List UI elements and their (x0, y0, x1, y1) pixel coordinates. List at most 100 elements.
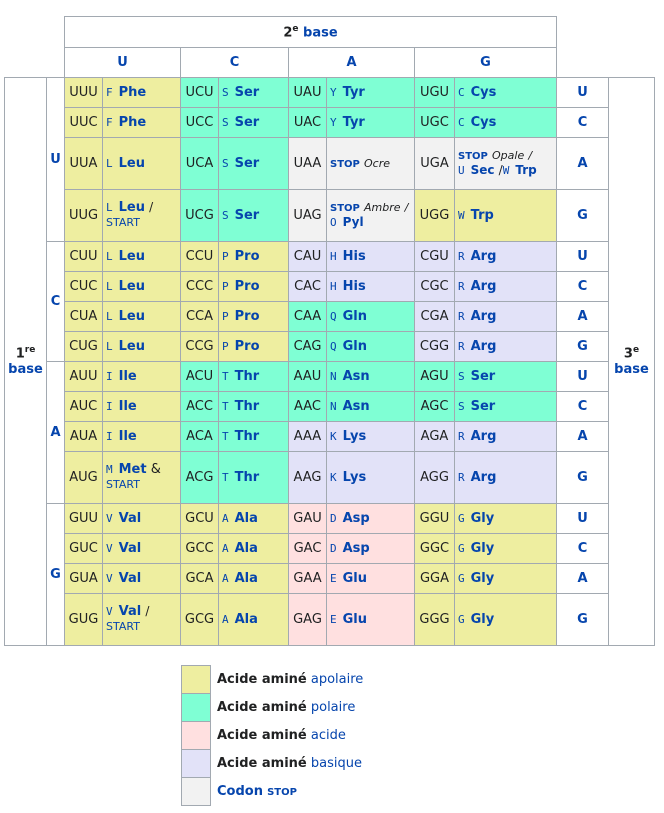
third-base-cell[interactable]: C (556, 532, 609, 564)
aa-link[interactable]: Ser (471, 369, 496, 384)
aa-link[interactable]: Val (119, 604, 142, 619)
third-base-cell[interactable]: G (556, 592, 609, 646)
third-base-cell[interactable]: U (556, 240, 609, 272)
legend-link-basique[interactable]: basique (311, 756, 362, 771)
third-base-cell[interactable]: A (556, 562, 609, 594)
aa-link[interactable]: Gly (471, 511, 495, 526)
aa-link[interactable]: Met (119, 462, 147, 477)
stop-link[interactable]: STOP (330, 159, 360, 170)
stop-link[interactable]: STOP (330, 203, 360, 214)
aa-link[interactable]: Val (119, 571, 142, 586)
aa-link[interactable]: Pro (235, 309, 260, 324)
stop-name[interactable]: Ambre (364, 201, 401, 214)
third-base-link[interactable]: base (614, 362, 649, 377)
third-base-cell[interactable]: A (556, 300, 609, 332)
first-base-group-a[interactable]: A (46, 360, 65, 504)
aa-link[interactable]: Ala (235, 571, 258, 586)
aa-link[interactable]: Leu (119, 309, 145, 324)
aa-link[interactable]: Sec (471, 163, 495, 177)
third-base-cell[interactable]: G (556, 330, 609, 362)
aa-link[interactable]: Ser (471, 399, 496, 414)
aa-link[interactable]: Ile (119, 399, 137, 414)
aa-link[interactable]: Thr (235, 369, 260, 384)
aa-link[interactable]: Gln (343, 339, 367, 354)
aa-link[interactable]: Arg (471, 249, 497, 264)
aa-link[interactable]: Ser (235, 115, 260, 130)
aa-link[interactable]: Ala (235, 612, 258, 627)
aa-link[interactable]: Cys (471, 115, 497, 130)
aa-link[interactable]: Lys (343, 429, 367, 444)
aa-link[interactable]: Leu (119, 156, 145, 171)
aa-link[interactable]: Arg (471, 429, 497, 444)
stop-name[interactable]: Opale (492, 149, 524, 162)
stop-link[interactable]: STOP (458, 151, 488, 162)
first-base-group-g[interactable]: G (46, 502, 65, 646)
aa-link[interactable]: Arg (471, 309, 497, 324)
aa-link[interactable]: His (343, 279, 366, 294)
third-base-cell[interactable]: U (556, 76, 609, 108)
third-base-cell[interactable]: C (556, 106, 609, 138)
aa-link[interactable]: Thr (235, 399, 260, 414)
legend-link-polaire[interactable]: polaire (311, 700, 355, 715)
start-link[interactable]: START (106, 620, 140, 633)
aa-link[interactable]: Asn (343, 369, 370, 384)
first-base-link[interactable]: base (8, 362, 43, 377)
aa-link[interactable]: Trp (471, 208, 494, 223)
aa-link[interactable]: Gly (471, 571, 495, 586)
legend-link-acide[interactable]: acide (311, 728, 346, 743)
aa-link[interactable]: Arg (471, 470, 497, 485)
aa-link[interactable]: Gly (471, 612, 495, 627)
aa-link[interactable]: Asp (343, 541, 370, 556)
second-base-link[interactable]: base (303, 25, 338, 40)
third-base-cell[interactable]: G (556, 450, 609, 504)
third-base-cell[interactable]: A (556, 136, 609, 190)
aa-link[interactable]: Leu (119, 249, 145, 264)
col-header-u[interactable]: U (64, 47, 181, 78)
aa-link[interactable]: Tyr (343, 85, 365, 100)
aa-link[interactable]: Ile (119, 429, 137, 444)
third-base-cell[interactable]: A (556, 420, 609, 452)
col-header-c[interactable]: C (180, 47, 289, 78)
stop-name[interactable]: Ocre (364, 157, 390, 170)
start-link[interactable]: START (106, 216, 140, 229)
legend-link-codon[interactable]: Codon (217, 784, 263, 799)
legend-link-apolaire[interactable]: apolaire (311, 672, 363, 687)
third-base-cell[interactable]: C (556, 270, 609, 302)
third-base-cell[interactable]: C (556, 390, 609, 422)
aa-link[interactable]: Arg (471, 279, 497, 294)
aa-link[interactable]: Ser (235, 208, 260, 223)
aa-link[interactable]: Cys (471, 85, 497, 100)
aa-link[interactable]: Pro (235, 249, 260, 264)
start-link[interactable]: START (106, 478, 140, 491)
aa-link[interactable]: Thr (235, 470, 260, 485)
aa-link[interactable]: Pro (235, 279, 260, 294)
aa-link[interactable]: Ser (235, 156, 260, 171)
col-header-a[interactable]: A (288, 47, 415, 78)
aa-link[interactable]: Phe (119, 85, 147, 100)
aa-link[interactable]: Arg (471, 339, 497, 354)
legend-link-stop[interactable]: STOP (267, 787, 297, 798)
aa-link[interactable]: His (343, 249, 366, 264)
aa-link[interactable]: Gln (343, 309, 367, 324)
aa-link[interactable]: Val (119, 541, 142, 556)
aa-link[interactable]: Ala (235, 541, 258, 556)
aa-link[interactable]: Leu (119, 279, 145, 294)
aa-link[interactable]: Pyl (343, 215, 364, 229)
first-base-group-u[interactable]: U (46, 76, 65, 242)
aa-link[interactable]: Lys (343, 470, 367, 485)
aa-link[interactable]: Ser (235, 85, 260, 100)
third-base-cell[interactable]: U (556, 360, 609, 392)
aa-link[interactable]: Asn (343, 399, 370, 414)
aa-link[interactable]: Leu (119, 200, 145, 215)
aa-link[interactable]: Glu (343, 612, 367, 627)
aa-link[interactable]: Ile (119, 369, 137, 384)
aa-link[interactable]: Trp (515, 163, 536, 177)
aa-link[interactable]: Ala (235, 511, 258, 526)
aa-link[interactable]: Pro (235, 339, 260, 354)
aa-link[interactable]: Leu (119, 339, 145, 354)
col-header-g[interactable]: G (414, 47, 557, 78)
aa-link[interactable]: Thr (235, 429, 260, 444)
aa-link[interactable]: Val (119, 511, 142, 526)
third-base-cell[interactable]: G (556, 188, 609, 242)
aa-link[interactable]: Gly (471, 541, 495, 556)
